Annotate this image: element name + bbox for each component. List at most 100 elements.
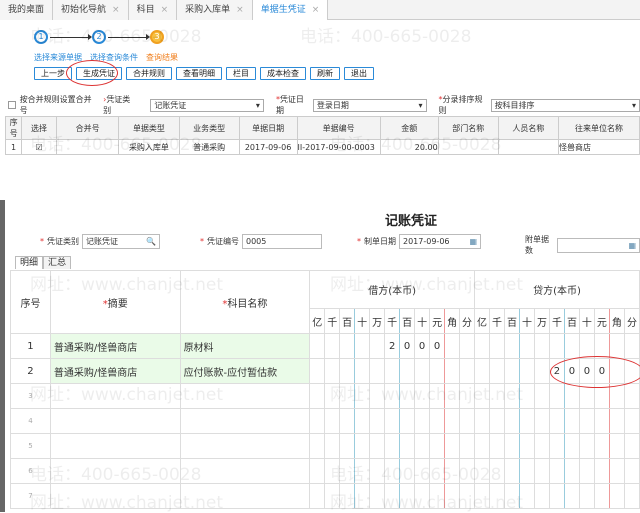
- credit-digit[interactable]: [563, 458, 580, 484]
- account-cell[interactable]: 原材料: [179, 333, 311, 359]
- select-checkbox[interactable]: ☑: [21, 139, 57, 155]
- debit-digit[interactable]: [324, 483, 341, 509]
- credit-digit[interactable]: [593, 433, 610, 459]
- credit-digit[interactable]: [519, 358, 535, 384]
- credit-digit[interactable]: [474, 408, 491, 434]
- toolbar-button[interactable]: 退出: [344, 67, 374, 80]
- debit-digit[interactable]: [324, 333, 341, 359]
- credit-digit[interactable]: [489, 358, 506, 384]
- debit-digit[interactable]: [309, 383, 326, 409]
- debit-digit[interactable]: [444, 483, 461, 509]
- credit-digit[interactable]: [519, 408, 535, 434]
- debit-digit[interactable]: [354, 483, 371, 509]
- credit-digit[interactable]: [519, 483, 535, 509]
- toolbar-button[interactable]: 栏目: [226, 67, 256, 80]
- toolbar-button[interactable]: 合并规则: [126, 67, 172, 80]
- credit-digit[interactable]: [623, 383, 640, 409]
- debit-digit[interactable]: [399, 458, 416, 484]
- close-icon[interactable]: ×: [312, 5, 320, 15]
- credit-digit[interactable]: [563, 483, 580, 509]
- ledger-row[interactable]: 1 普通采购/怪兽商店 原材料 2 0 0 0: [10, 333, 640, 359]
- merge-checkbox[interactable]: [8, 101, 16, 109]
- voucher-type-field[interactable]: 记账凭证 🔍: [82, 234, 160, 249]
- voucher-date-select[interactable]: 登录日期: [312, 98, 427, 112]
- summary-cell[interactable]: [49, 433, 181, 459]
- credit-digit[interactable]: [548, 483, 565, 509]
- debit-digit[interactable]: [459, 333, 476, 359]
- debit-digit[interactable]: 0: [414, 333, 431, 359]
- ledger-row[interactable]: 6: [10, 458, 640, 484]
- debit-digit[interactable]: [459, 408, 476, 434]
- summary-cell[interactable]: [49, 408, 181, 434]
- debit-digit[interactable]: [354, 383, 371, 409]
- credit-digit[interactable]: [533, 408, 550, 434]
- debit-digit[interactable]: [369, 433, 386, 459]
- table-row[interactable]: 1 ☑ 采购入库单 普通采购 2017-09-06 II-2017-09-00-0003 2…: [4, 139, 640, 155]
- debit-digit[interactable]: [384, 458, 401, 484]
- credit-digit[interactable]: [533, 333, 550, 359]
- credit-digit[interactable]: [504, 408, 520, 434]
- ledger-row[interactable]: 7: [10, 483, 640, 509]
- credit-digit[interactable]: [548, 333, 565, 359]
- debit-digit[interactable]: [309, 408, 326, 434]
- debit-digit[interactable]: [399, 433, 416, 459]
- column-header[interactable]: 人员名称: [497, 116, 559, 140]
- credit-digit[interactable]: [623, 458, 640, 484]
- credit-digit[interactable]: [563, 383, 580, 409]
- voucher-no-field[interactable]: 0005: [242, 234, 322, 249]
- credit-digit[interactable]: [578, 483, 595, 509]
- close-icon[interactable]: ×: [112, 5, 120, 15]
- column-header[interactable]: 序号: [4, 116, 23, 140]
- account-cell[interactable]: 应付账款-应付暂估款: [179, 358, 311, 384]
- credit-digit[interactable]: [504, 333, 520, 359]
- debit-digit[interactable]: [369, 358, 386, 384]
- column-header[interactable]: 选择: [21, 116, 57, 140]
- debit-digit[interactable]: [429, 458, 446, 484]
- credit-digit[interactable]: [489, 433, 506, 459]
- credit-digit[interactable]: [563, 333, 580, 359]
- credit-digit[interactable]: [489, 483, 506, 509]
- credit-digit[interactable]: [474, 383, 491, 409]
- credit-digit[interactable]: [533, 358, 550, 384]
- toolbar-button[interactable]: 查看明细: [176, 67, 222, 80]
- credit-digit[interactable]: [593, 483, 610, 509]
- debit-digit[interactable]: [309, 458, 326, 484]
- column-header[interactable]: 金额: [379, 116, 439, 140]
- credit-digit[interactable]: [608, 483, 625, 509]
- debit-digit[interactable]: [324, 383, 341, 409]
- column-header[interactable]: 单据类型: [118, 116, 180, 140]
- debit-digit[interactable]: [429, 433, 446, 459]
- credit-digit[interactable]: [533, 458, 550, 484]
- summary-cell[interactable]: [49, 383, 181, 409]
- toolbar-button[interactable]: 成本检查: [260, 67, 306, 80]
- tab-4[interactable]: 单据生凭证 ×: [252, 0, 329, 20]
- debit-digit[interactable]: [459, 483, 476, 509]
- credit-digit[interactable]: [504, 383, 520, 409]
- debit-digit[interactable]: [414, 383, 431, 409]
- debit-digit[interactable]: [399, 383, 416, 409]
- debit-digit[interactable]: [444, 458, 461, 484]
- summary-cell[interactable]: 普通采购/怪兽商店: [49, 333, 181, 359]
- credit-digit[interactable]: [519, 333, 535, 359]
- debit-digit[interactable]: [369, 408, 386, 434]
- debit-digit[interactable]: [369, 458, 386, 484]
- column-header[interactable]: 单据编号: [296, 116, 381, 140]
- account-cell[interactable]: [179, 408, 311, 434]
- entry-sort-select[interactable]: 按科目排序: [490, 98, 640, 112]
- credit-digit[interactable]: [519, 383, 535, 409]
- debit-digit[interactable]: [354, 433, 371, 459]
- column-header[interactable]: 合并号: [55, 116, 120, 140]
- credit-digit[interactable]: [548, 408, 565, 434]
- debit-digit[interactable]: [354, 458, 371, 484]
- debit-digit[interactable]: [369, 483, 386, 509]
- credit-digit[interactable]: [489, 383, 506, 409]
- tab-detail[interactable]: 明细: [15, 256, 44, 269]
- credit-digit[interactable]: [504, 458, 520, 484]
- credit-digit[interactable]: [533, 483, 550, 509]
- debit-digit[interactable]: [339, 383, 356, 409]
- debit-digit[interactable]: [444, 333, 461, 359]
- debit-digit[interactable]: [384, 408, 401, 434]
- credit-digit[interactable]: [608, 383, 625, 409]
- debit-digit[interactable]: [339, 358, 356, 384]
- credit-digit[interactable]: [608, 408, 625, 434]
